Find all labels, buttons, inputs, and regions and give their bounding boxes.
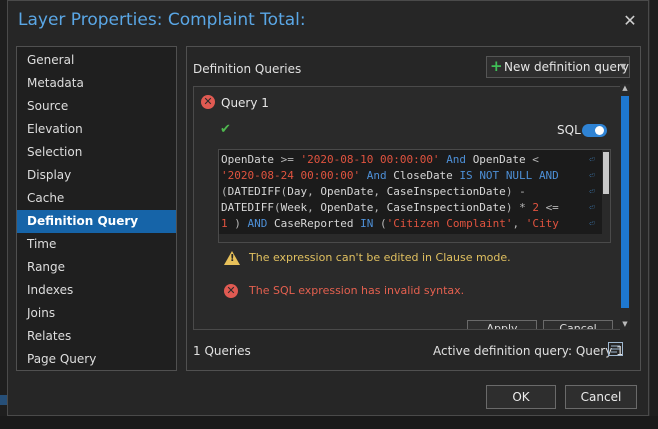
sql-line: 1 ) AND CaseReported IN ('Citizen Compla… [221,217,559,230]
dialog-title: Layer Properties: Complaint Total: [18,10,306,30]
query-cancel-button[interactable]: Cancel [543,320,613,329]
sql-expression-text: OpenDate >= '2020-08-10 00:00:00' And Op… [221,152,559,242]
query-count: 1 Queries [193,344,251,358]
sidebar-item-cache[interactable]: Cache [17,187,176,210]
property-page-list: General Metadata Source Elevation Select… [16,46,177,371]
warning-message: The expression can't be edited in Clause… [249,251,511,264]
sidebar-item-relates[interactable]: Relates [17,325,176,348]
sidebar-item-time[interactable]: Time [17,233,176,256]
section-title: Definition Queries [193,62,302,76]
sql-expression-editor[interactable]: OpenDate >= '2020-08-10 00:00:00' And Op… [218,149,611,243]
cancel-button[interactable]: Cancel [565,385,637,409]
queries-vertical-scrollbar[interactable]: ▲ ▼ [620,84,630,330]
editor-scroll-thumb[interactable] [603,152,609,194]
remove-query-icon[interactable]: ✕ [201,95,215,109]
sql-toggle-label: SQL [557,123,581,137]
sidebar-item-indexes[interactable]: Indexes [17,279,176,302]
error-icon: ✕ [224,284,238,298]
ok-button[interactable]: OK [486,385,556,409]
wrap-marker-icon: ⏎ [589,155,595,165]
sql-line: '2020-08-24 00:00:00' And CloseDate IS N… [221,169,559,182]
background-window-bottom [0,416,658,429]
checkmark-icon[interactable]: ✔ [220,122,231,137]
queries-scroll-thumb[interactable] [621,96,629,308]
chevron-down-icon[interactable]: ▼ [620,57,626,77]
sidebar-item-joins[interactable]: Joins [17,302,176,325]
toggle-knob [595,126,604,135]
plus-icon: + [490,57,503,75]
sidebar-item-page-query[interactable]: Page Query [17,348,176,371]
layer-properties-dialog: Layer Properties: Complaint Total: ✕ Gen… [7,0,649,416]
apply-button[interactable]: Apply [467,320,537,329]
editor-horizontal-scrollbar[interactable] [219,234,602,242]
sidebar-item-source[interactable]: Source [17,95,176,118]
sidebar-item-selection[interactable]: Selection [17,141,176,164]
sidebar-item-general[interactable]: General [17,49,176,72]
sidebar-item-elevation[interactable]: Elevation [17,118,176,141]
sidebar-item-metadata[interactable]: Metadata [17,72,176,95]
sql-line: DATEDIFF(Week, OpenDate, CaseInspectionD… [221,201,559,214]
editor-vertical-scrollbar[interactable] [602,150,610,242]
close-icon[interactable]: ✕ [620,11,640,30]
query-list-icon[interactable] [608,342,624,357]
wrap-marker-icon: ⏎ [589,203,595,213]
query-card: ✕ Query 1 ✔ SQL OpenDate >= '2020-08-10 … [193,86,627,330]
new-definition-query-button[interactable]: + New definition query ▼ [486,56,630,78]
sql-line: OpenDate >= '2020-08-10 00:00:00' And Op… [221,153,539,166]
background-window-right [650,0,658,429]
scroll-up-icon[interactable]: ▲ [621,84,629,92]
sidebar-item-range[interactable]: Range [17,256,176,279]
warning-mark: ! [230,253,235,264]
scroll-down-icon[interactable]: ▼ [621,320,629,328]
definition-queries-panel: Definition Queries + New definition quer… [186,46,641,371]
wrap-marker-icon: ⏎ [589,187,595,197]
sidebar-item-definition-query[interactable]: Definition Query [17,210,176,233]
sql-line: (DATEDIFF(Day, OpenDate, CaseInspectionD… [221,185,526,198]
sidebar-item-display[interactable]: Display [17,164,176,187]
active-query-label: Active definition query: Query 1 [433,344,624,358]
sql-toggle[interactable] [582,124,607,137]
query-name: Query 1 [221,96,269,110]
error-message: The SQL expression has invalid syntax. [249,284,465,297]
wrap-marker-icon: ⏎ [589,219,595,229]
wrap-marker-icon: ⏎ [589,171,595,181]
new-definition-query-label: New definition query [504,60,629,74]
